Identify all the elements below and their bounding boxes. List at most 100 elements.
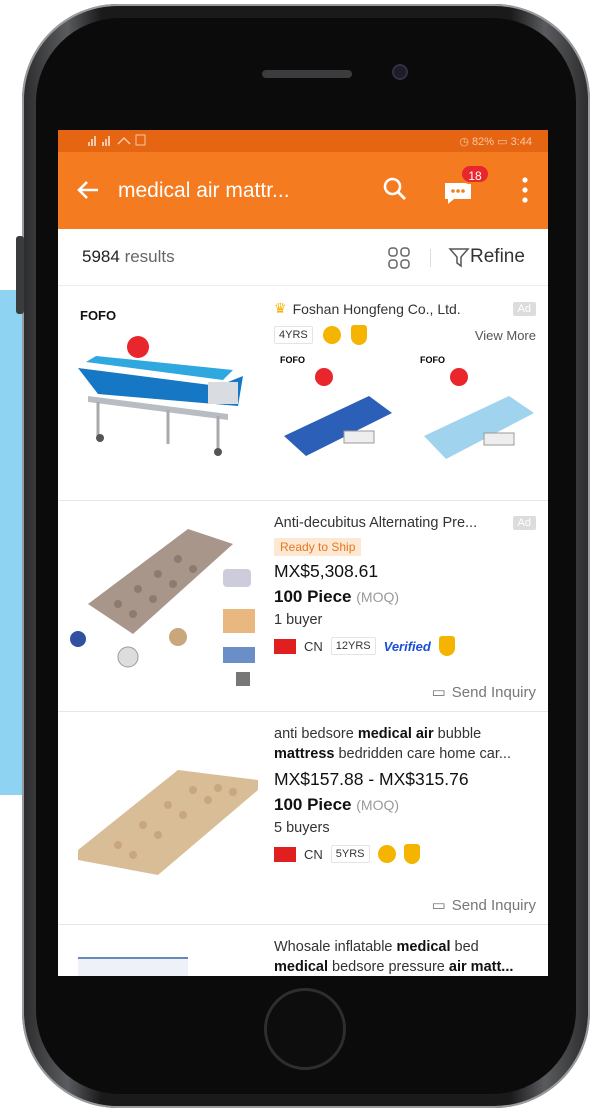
product-title-line1[interactable]: anti bedsore medical air bubble — [274, 724, 536, 744]
title-keyword: mattress — [274, 746, 335, 762]
fofo-logo: FOFO — [420, 355, 445, 365]
gold-medal-icon — [322, 326, 341, 344]
send-inquiry-label: Send Inquiry — [451, 896, 536, 914]
status-time: 3:44 — [510, 135, 532, 148]
message-outline-icon: ▭ — [431, 684, 446, 701]
product-card[interactable]: anti bedsore medical air bubble mattress… — [58, 712, 548, 925]
ad-tag: Ad — [512, 516, 536, 530]
earpiece-speaker — [262, 70, 352, 78]
product-moq: 100 Piece (MOQ) — [274, 587, 536, 607]
title-part: bedsore pressure — [328, 959, 449, 975]
title-part: bubble — [433, 726, 482, 742]
front-camera — [392, 64, 408, 80]
results-count: 5984 results — [82, 247, 175, 267]
alarm-icon: ◷ — [459, 135, 469, 148]
ready-to-ship-tag: Ready to Ship — [274, 538, 362, 556]
back-arrow-icon[interactable] — [58, 174, 118, 208]
gold-medal-icon — [377, 845, 396, 863]
supplier-meta: CN 12YRS Verified — [274, 636, 536, 656]
volume-button — [16, 236, 24, 314]
product-image[interactable] — [58, 720, 263, 910]
battery-icon: ▭ — [497, 135, 508, 148]
crown-icon: ♛ — [274, 300, 287, 316]
results-word: results — [124, 247, 175, 266]
years-badge: 5YRS — [330, 845, 370, 863]
title-keyword: medical — [274, 959, 328, 975]
filter-icon — [448, 248, 470, 268]
product-image[interactable]: FOFO — [58, 286, 263, 486]
product-title-line2[interactable]: mattress bedridden care home car... — [274, 744, 536, 764]
years-badge: 4YRS — [274, 326, 313, 344]
search-query[interactable]: medical air mattr... — [118, 179, 333, 203]
status-right: ◷ 82% ▭ 3:44 — [459, 135, 532, 148]
view-more-link[interactable]: View More — [475, 328, 536, 343]
toolbar-divider — [430, 249, 431, 267]
mattress-illustration — [424, 368, 534, 459]
supplier-meta: CN 5YRS — [274, 844, 536, 864]
bubble-mattress-illustration — [78, 770, 258, 875]
results-bar: 5984 results Refine — [58, 229, 548, 286]
title-part: bed — [450, 939, 479, 955]
mini-product-2[interactable]: FOFO — [414, 351, 539, 471]
fofo-logo: FOFO — [80, 308, 117, 323]
supplier-info: ♛ Foshan Hongfeng Co., Ltd. Ad 4YRS View… — [274, 300, 536, 471]
title-part: bedridden care home car... — [334, 746, 511, 762]
moq-note: (MOQ) — [356, 797, 400, 813]
china-flag-icon — [274, 846, 296, 862]
send-inquiry-label: Send Inquiry — [451, 683, 536, 701]
signal-icons — [88, 134, 148, 149]
product-image[interactable] — [58, 945, 263, 976]
country-code: CN — [304, 638, 323, 654]
ad-tag: Ad — [512, 301, 536, 316]
app-bar: medical air mattr... 18 — [58, 152, 548, 229]
title-part: anti bedsore — [274, 726, 358, 742]
supplier-name[interactable]: Foshan Hongfeng Co., Ltd. — [293, 301, 461, 317]
product-title-line1[interactable]: Whosale inflatable medical bed — [274, 937, 536, 957]
trade-assurance-icon — [403, 844, 420, 864]
message-outline-icon: ▭ — [431, 897, 446, 914]
refine-button[interactable]: Refine — [448, 246, 525, 268]
trade-assurance-icon — [438, 636, 455, 656]
product-image[interactable] — [58, 509, 263, 699]
send-inquiry-button[interactable]: ▭ Send Inquiry — [431, 896, 536, 915]
send-inquiry-button[interactable]: ▭ Send Inquiry — [431, 683, 536, 702]
refine-label: Refine — [470, 246, 525, 267]
more-vertical-icon[interactable] — [522, 176, 528, 204]
trade-assurance-icon — [350, 325, 367, 345]
moq-note: (MOQ) — [356, 589, 400, 605]
title-keyword: air matt... — [448, 959, 514, 975]
grid-view-icon[interactable] — [388, 247, 410, 269]
fofo-logo: FOFO — [280, 355, 305, 365]
verified-badge: Verified — [383, 638, 431, 654]
moq-value: 100 Piece — [274, 587, 352, 606]
message-badge: 18 — [460, 164, 490, 184]
mattress-illustration — [284, 368, 392, 456]
title-keyword: medical air — [357, 726, 434, 742]
ad-supplier-card[interactable]: FOFO ♛ Foshan Hongfeng Co., Ltd. Ad 4YRS — [58, 286, 548, 501]
home-button[interactable] — [264, 988, 346, 1070]
product-info: Anti-decubitus Alternating Pre... Ad Rea… — [274, 513, 536, 656]
product-moq: 100 Piece (MOQ) — [274, 795, 536, 815]
product-box-illustration — [78, 957, 188, 976]
title-part: Whosale inflatable — [274, 939, 397, 955]
product-price: MX$5,308.61 — [274, 561, 379, 581]
supplier-row: ♛ Foshan Hongfeng Co., Ltd. Ad — [274, 300, 536, 317]
mini-product-1[interactable]: FOFO — [274, 351, 399, 471]
supplier-badges: 4YRS View More — [274, 325, 536, 345]
results-number: 5984 — [82, 247, 120, 266]
buyer-count: 5 buyers — [274, 820, 330, 836]
moq-value: 100 Piece — [274, 795, 352, 814]
battery-percent: 82% — [472, 135, 495, 148]
bubble-mattress-illustration — [70, 529, 255, 686]
product-title[interactable]: Anti-decubitus Alternating Pre... — [274, 513, 513, 533]
product-card[interactable]: Anti-decubitus Alternating Pre... Ad Rea… — [58, 501, 548, 712]
app-screen: ◷ 82% ▭ 3:44 medical air mattr... 18 598… — [58, 130, 548, 976]
search-icon[interactable] — [382, 176, 408, 202]
status-bar: ◷ 82% ▭ 3:44 — [58, 130, 548, 152]
supplier-product-thumbs: FOFO FOFO — [274, 351, 536, 471]
product-title-line2[interactable]: medical bedsore pressure air matt... — [274, 957, 536, 976]
product-info: Whosale inflatable medical bed medical b… — [274, 937, 536, 976]
product-info: anti bedsore medical air bubble mattress… — [274, 724, 536, 864]
product-card[interactable]: Whosale inflatable medical bed medical b… — [58, 925, 548, 976]
title-keyword: medical — [396, 939, 451, 955]
